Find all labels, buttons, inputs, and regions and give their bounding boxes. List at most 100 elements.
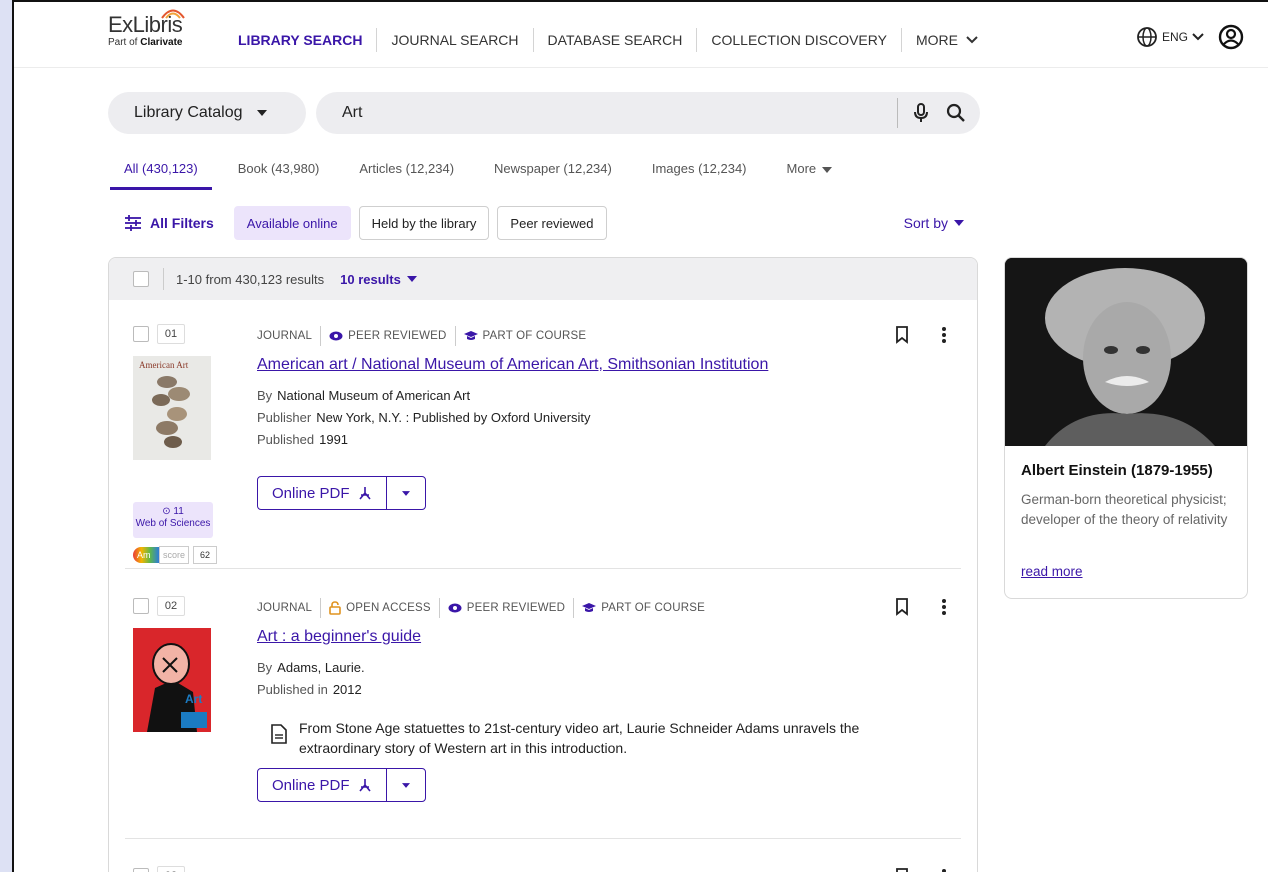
search-actions <box>897 98 972 128</box>
result-title-link[interactable]: Art : a beginner's guide <box>257 628 421 646</box>
search-scope-dropdown[interactable]: Library Catalog <box>108 92 306 134</box>
nav-database-search[interactable]: DATABASE SEARCH <box>534 28 698 52</box>
online-pdf-dropdown[interactable] <box>387 477 425 509</box>
eye-icon <box>329 331 343 341</box>
read-more-link[interactable]: read more <box>1021 564 1083 579</box>
tab-articles[interactable]: Articles (12,234) <box>345 157 468 190</box>
tab-more-label: More <box>786 161 817 176</box>
eye-icon <box>448 603 462 613</box>
more-vertical-icon[interactable] <box>941 326 947 344</box>
caret-down-icon <box>401 782 410 788</box>
badge-peer-reviewed-label: PEER REVIEWED <box>348 330 447 342</box>
result-abstract: From Stone Age statuettes to 21st-centur… <box>271 718 931 758</box>
altmetric-badge[interactable]: Am score 62 <box>133 546 218 564</box>
publisher-label: Publisher <box>257 410 312 425</box>
microphone-icon[interactable] <box>912 102 930 124</box>
badge-open-access: OPEN ACCESS <box>329 598 440 618</box>
result-title-link[interactable]: American art / National Museum of Americ… <box>257 356 768 374</box>
person-photo[interactable] <box>1005 258 1247 446</box>
bookmark-icon[interactable] <box>895 326 909 344</box>
tab-images[interactable]: Images (12,234) <box>638 157 761 190</box>
all-filters-button[interactable]: All Filters <box>110 206 226 240</box>
sort-by-label: Sort by <box>903 215 948 231</box>
result-badges: JOURNAL OPEN ACCESS PEER REVIEWED PART O… <box>257 598 721 618</box>
nav-journal-search[interactable]: JOURNAL SEARCH <box>377 28 534 52</box>
result-number: 01 <box>157 324 185 344</box>
cover-stones-illustration <box>152 376 190 448</box>
result-divider <box>125 568 961 569</box>
tab-all[interactable]: All (430,123) <box>110 157 212 190</box>
results-panel: 1-10 from 430,123 results 10 results 01 … <box>108 257 978 872</box>
published-label: Published <box>257 432 315 447</box>
online-pdf-main[interactable]: Online PDF <box>258 769 387 801</box>
logo-sub-prefix: Part of <box>108 37 138 48</box>
result-published: Published 1991 <box>257 432 348 447</box>
search-icon[interactable] <box>946 103 966 123</box>
badge-journal: JOURNAL <box>257 326 322 346</box>
cover-pointing-hand-illustration <box>147 643 207 732</box>
result-author: By Adams, Laurie. <box>257 660 365 675</box>
result-actions <box>895 598 947 616</box>
chip-available-online[interactable]: Available online <box>233 206 351 240</box>
language-label: ENG <box>1161 30 1188 44</box>
result-type-tabs: All (430,123) Book (43,980) Articles (12… <box>110 157 858 190</box>
result-checkbox[interactable] <box>133 598 149 614</box>
app-window: ExLibris Part of Clarivate LIBRARY SEARC… <box>12 0 1268 872</box>
document-icon <box>271 724 287 744</box>
pdf-icon <box>358 487 371 500</box>
badge-part-of-course: PART OF COURSE <box>463 326 595 346</box>
exlibris-logo[interactable]: ExLibris Part of Clarivate <box>108 9 185 48</box>
tab-book[interactable]: Book (43,980) <box>224 157 334 190</box>
result-checkbox[interactable] <box>133 868 149 872</box>
author-value: National Museum of American Art <box>277 388 471 403</box>
language-selector[interactable]: ENG <box>1136 26 1204 48</box>
result-divider <box>125 838 961 839</box>
bookmark-icon[interactable] <box>895 868 909 872</box>
published-value: 1991 <box>319 432 349 447</box>
published-value: 2012 <box>332 682 362 697</box>
filter-sliders-icon <box>125 215 141 231</box>
citation-source: Web of Sciences <box>135 518 211 529</box>
online-pdf-button[interactable]: Online PDF <box>257 768 426 802</box>
online-pdf-dropdown[interactable] <box>387 769 425 801</box>
nav-more[interactable]: MORE <box>902 28 992 52</box>
select-all-checkbox[interactable] <box>133 271 149 287</box>
badge-journal: JOURNAL <box>257 598 322 618</box>
knowledge-card: Albert Einstein (1879-1955) German-born … <box>1004 257 1248 599</box>
result-checkbox[interactable] <box>133 326 149 342</box>
online-pdf-main[interactable]: Online PDF <box>258 477 387 509</box>
header-divider <box>163 268 164 290</box>
chip-held-by-library[interactable]: Held by the library <box>358 206 490 240</box>
online-pdf-button[interactable]: Online PDF <box>257 476 426 510</box>
cover-title: Art <box>185 692 203 706</box>
more-vertical-icon[interactable] <box>941 868 947 872</box>
cover-image[interactable]: Art <box>133 628 211 732</box>
header-right: ENG <box>1136 24 1244 50</box>
citation-badge[interactable]: ⊙ 11 Web of Sciences <box>133 502 213 538</box>
chip-peer-reviewed[interactable]: Peer reviewed <box>497 206 607 240</box>
badge-part-of-course-label: PART OF COURSE <box>482 330 587 342</box>
bookmark-icon[interactable] <box>895 598 909 616</box>
sort-by-dropdown[interactable]: Sort by <box>904 215 964 231</box>
caret-down-icon <box>401 490 410 496</box>
caret-down-icon <box>256 110 267 116</box>
nav-library-search[interactable]: LIBRARY SEARCH <box>224 28 378 52</box>
nav-more-label: MORE <box>915 32 958 48</box>
user-account-icon[interactable] <box>1218 24 1244 50</box>
tab-more[interactable]: More <box>773 157 847 190</box>
badge-peer-reviewed: PEER REVIEWED <box>329 326 456 346</box>
results-per-page-dropdown[interactable]: 10 results <box>340 272 417 287</box>
result-published: Published in 2012 <box>257 682 362 697</box>
search-scope-label: Library Catalog <box>134 104 243 121</box>
more-vertical-icon[interactable] <box>941 598 947 616</box>
pdf-icon <box>358 779 371 792</box>
badge-open-access-label: OPEN ACCESS <box>346 602 431 614</box>
badge-part-of-course-label: PART OF COURSE <box>601 602 705 614</box>
globe-icon <box>1137 27 1157 47</box>
caret-down-icon <box>954 220 964 226</box>
logo-subtitle: Part of Clarivate <box>108 37 183 48</box>
tab-newspaper[interactable]: Newspaper (12,234) <box>480 157 626 190</box>
search-input[interactable] <box>342 104 882 122</box>
cover-image[interactable]: American Art <box>133 356 211 460</box>
nav-collection-discovery[interactable]: COLLECTION DISCOVERY <box>697 28 902 52</box>
